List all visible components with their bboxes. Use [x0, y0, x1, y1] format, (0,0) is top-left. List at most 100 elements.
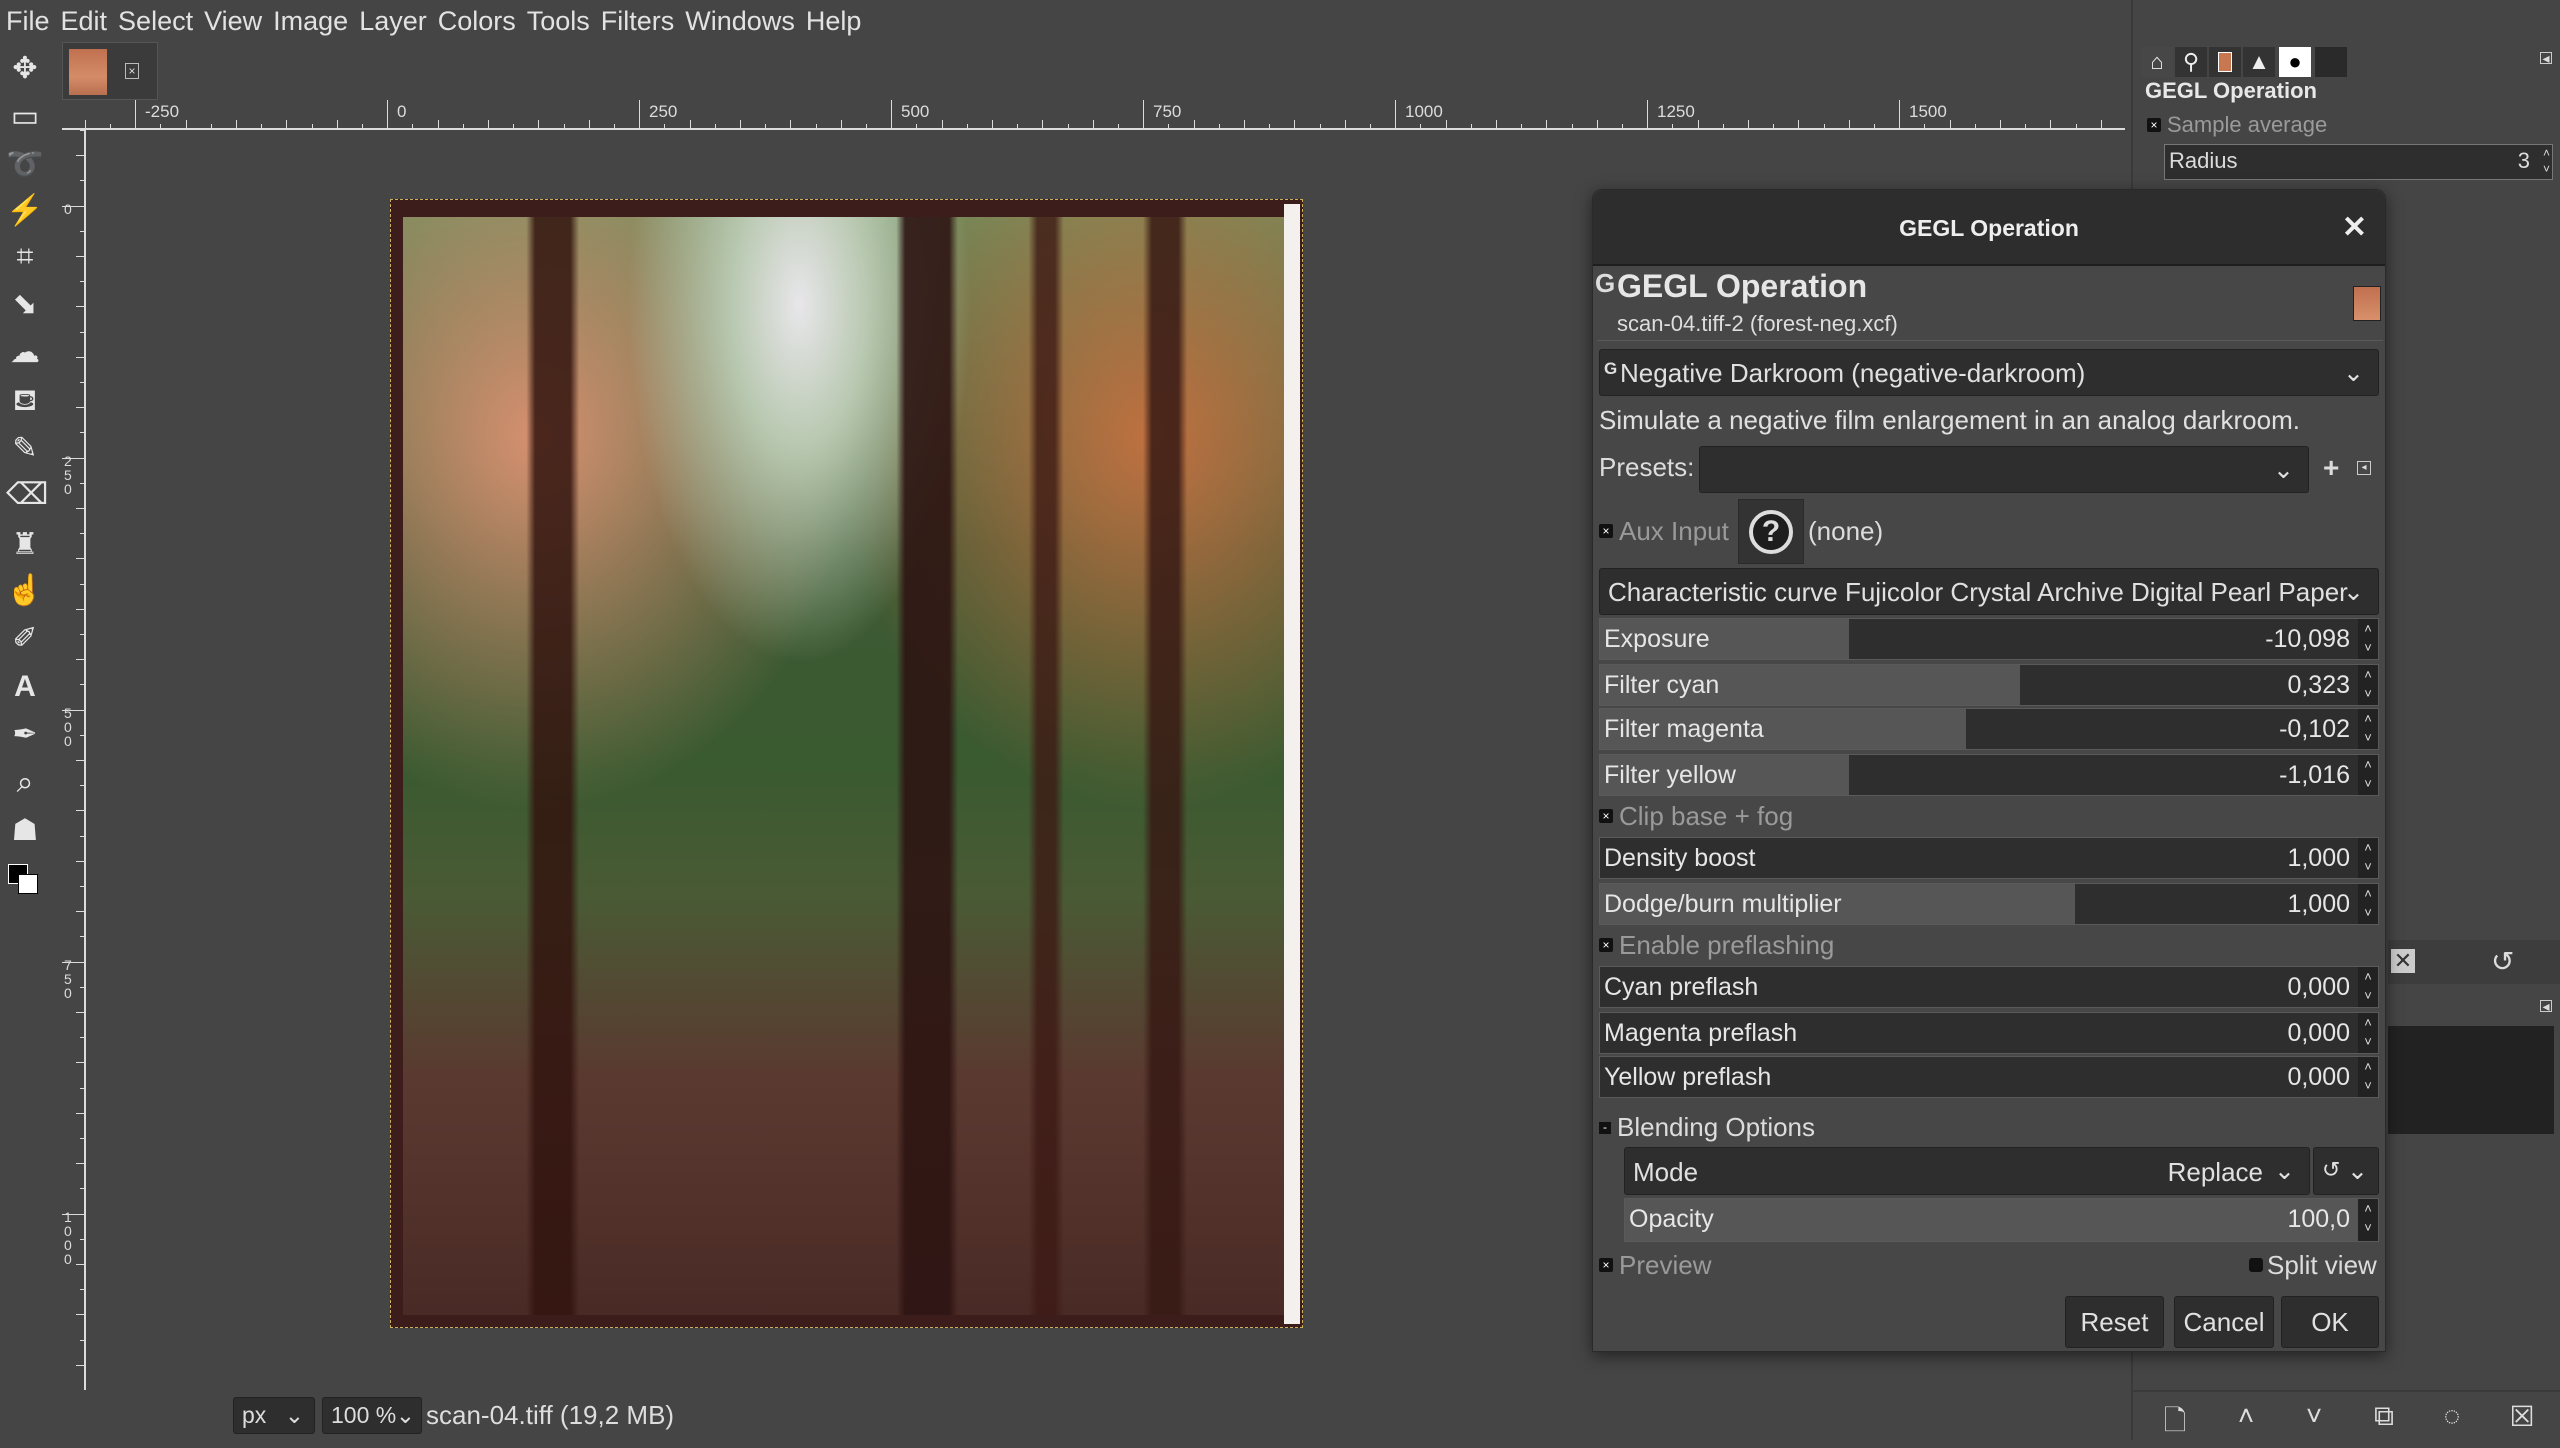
collapse-icon[interactable]: -: [1599, 1121, 1611, 1134]
unit-select[interactable]: px ⌄: [233, 1397, 315, 1434]
eraser-icon[interactable]: ⌫: [6, 476, 48, 514]
menu-view[interactable]: View: [204, 6, 262, 37]
move-tool-icon[interactable]: ✥: [6, 50, 44, 88]
new-layer-icon[interactable]: 🗋: [2158, 1400, 2192, 1448]
lasso-tool-icon[interactable]: ➰: [6, 146, 44, 184]
blending-options-expander[interactable]: Blending Options: [1617, 1112, 1815, 1143]
rect-select-tool-icon[interactable]: ▭: [6, 98, 44, 136]
menu-edit[interactable]: Edit: [61, 6, 108, 37]
spin-arrows-icon[interactable]: ˄ ˅: [2358, 967, 2378, 1007]
pointer-tab-icon[interactable]: ▲: [2243, 47, 2275, 77]
fuzzy-select-tool-icon[interactable]: ⚡: [6, 192, 44, 230]
sample-average-checkbox[interactable]: ×: [2147, 118, 2161, 132]
divider: [1597, 340, 2383, 341]
vertical-ruler[interactable]: 0 250 500 750 1000: [62, 130, 86, 1390]
gegl-tool-icon[interactable]: ☗: [6, 812, 44, 850]
spin-arrows-icon[interactable]: ˄ ˅: [2543, 145, 2550, 177]
radius-spinner[interactable]: Radius 3 ˄ ˅: [2164, 144, 2553, 180]
layer-mask-icon[interactable]: ◌: [2435, 1400, 2469, 1432]
spin-arrows-icon[interactable]: ˄ ˅: [2358, 619, 2378, 659]
clip-base-fog-checkbox[interactable]: ×: [1599, 809, 1613, 823]
horizontal-ruler[interactable]: -250 0 250 500 750 1000 1250 1500: [62, 100, 2125, 130]
mode-combo[interactable]: Mode Replace ⌄: [1624, 1147, 2310, 1195]
exposure-slider[interactable]: Exposure -10,098 ˄ ˅: [1599, 618, 2379, 660]
color-picker-icon[interactable]: ✒: [6, 716, 44, 754]
tool-options-tab-icon[interactable]: ⌂: [2141, 47, 2173, 77]
gegl-logo-icon: G: [1595, 268, 1616, 298]
presets-menu-icon[interactable]: ◂: [2357, 461, 2371, 475]
paintbrush-icon[interactable]: ✎: [6, 430, 44, 468]
dodge-burn-multiplier-slider[interactable]: Dodge/burn multiplier 1,000 ˄ ˅: [1599, 883, 2379, 925]
menu-select[interactable]: Select: [118, 6, 193, 37]
delete-layer-icon[interactable]: ☒: [2505, 1400, 2539, 1433]
aux-input-checkbox[interactable]: ×: [1599, 524, 1613, 538]
enable-preflashing-checkbox[interactable]: ×: [1599, 938, 1613, 952]
ok-button[interactable]: OK: [2281, 1296, 2379, 1348]
clone-stamp-icon[interactable]: ♜: [6, 526, 44, 564]
spin-arrows-icon[interactable]: ˄ ˅: [2358, 1013, 2378, 1053]
undo-icon[interactable]: ↺: [2491, 945, 2514, 978]
smudge-icon[interactable]: ☝: [6, 572, 44, 610]
presets-combo[interactable]: ⌄: [1699, 446, 2309, 493]
split-view-checkbox[interactable]: [2249, 1258, 2263, 1272]
aux-input-button[interactable]: ?: [1738, 499, 1804, 564]
preview-checkbox[interactable]: ×: [1599, 1258, 1613, 1272]
menu-image[interactable]: Image: [273, 6, 348, 37]
header-title: GEGL Operation: [1617, 268, 1868, 304]
image-tab-icon[interactable]: [2209, 47, 2241, 77]
spin-arrows-icon[interactable]: ˄ ˅: [2358, 1057, 2378, 1097]
raise-layer-icon[interactable]: ˄: [2229, 1400, 2263, 1432]
menu-filters[interactable]: Filters: [601, 6, 675, 37]
transform-tool-icon[interactable]: ⬊: [6, 286, 44, 324]
spin-arrows-icon[interactable]: ˄ ˅: [2358, 838, 2378, 878]
duplicate-layer-icon[interactable]: ⧉: [2367, 1400, 2401, 1433]
close-image-icon[interactable]: ×: [125, 63, 139, 79]
menu-windows[interactable]: Windows: [685, 6, 795, 37]
layers-list[interactable]: [2388, 1026, 2554, 1134]
spin-arrows-icon[interactable]: ˄ ˅: [2358, 755, 2378, 795]
crop-tool-icon[interactable]: ⌗: [6, 238, 44, 276]
brush-tab-icon[interactable]: ●: [2279, 47, 2311, 77]
lower-layer-icon[interactable]: ˅: [2297, 1400, 2331, 1432]
composite-mode-combo[interactable]: ↺ ⌄: [2313, 1147, 2379, 1195]
opacity-slider[interactable]: Opacity 100,0 ˄ ˅: [1624, 1198, 2379, 1242]
clear-undo-icon[interactable]: ✕: [2391, 949, 2415, 973]
dialog-titlebar[interactable]: GEGL Operation ✕: [1593, 190, 2385, 266]
fg-bg-colors-icon[interactable]: [6, 860, 44, 898]
close-icon[interactable]: ✕: [2342, 190, 2367, 266]
pattern-tab-icon[interactable]: [2315, 47, 2347, 77]
tab-menu-icon[interactable]: ◂: [2540, 51, 2552, 65]
image-tab[interactable]: ×: [62, 42, 158, 100]
density-boost-slider[interactable]: Density boost 1,000 ˄ ˅: [1599, 837, 2379, 879]
menu-tools[interactable]: Tools: [527, 6, 590, 37]
slider-label: Filter magenta: [1604, 715, 1764, 743]
menu-help[interactable]: Help: [806, 6, 862, 37]
spin-arrows-icon[interactable]: ˄ ˅: [2358, 665, 2378, 705]
filter-cyan-slider[interactable]: Filter cyan 0,323 ˄ ˅: [1599, 664, 2379, 706]
operation-combo[interactable]: G Negative Darkroom (negative-darkroom) …: [1599, 349, 2379, 396]
text-tool-icon[interactable]: A: [6, 668, 44, 706]
reset-button[interactable]: Reset: [2065, 1296, 2164, 1348]
menu-colors[interactable]: Colors: [438, 6, 516, 37]
filter-magenta-slider[interactable]: Filter magenta -0,102 ˄ ˅: [1599, 708, 2379, 750]
spin-arrows-icon[interactable]: ˄ ˅: [2358, 1199, 2378, 1241]
forest-photo[interactable]: [403, 217, 1284, 1315]
spin-arrows-icon[interactable]: ˄ ˅: [2358, 884, 2378, 924]
yellow-preflash-slider[interactable]: Yellow preflash 0,000 ˄ ˅: [1599, 1056, 2379, 1098]
bucket-fill-icon[interactable]: ⛾: [6, 382, 44, 420]
zoom-select[interactable]: 100 % ⌄: [322, 1397, 422, 1434]
characteristic-curve-combo[interactable]: Characteristic curve Fujicolor Crystal A…: [1599, 568, 2379, 615]
device-status-tab-icon[interactable]: ⚲: [2175, 47, 2207, 77]
paths-tool-icon[interactable]: ✐: [6, 620, 44, 658]
magenta-preflash-slider[interactable]: Magenta preflash 0,000 ˄ ˅: [1599, 1012, 2379, 1054]
filter-yellow-slider[interactable]: Filter yellow -1,016 ˄ ˅: [1599, 754, 2379, 796]
tab-menu-icon[interactable]: ◂: [2540, 999, 2552, 1013]
cyan-preflash-slider[interactable]: Cyan preflash 0,000 ˄ ˅: [1599, 966, 2379, 1008]
cancel-button[interactable]: Cancel: [2174, 1296, 2274, 1348]
menu-file[interactable]: File: [6, 6, 50, 37]
warp-tool-icon[interactable]: ☁: [6, 334, 44, 372]
add-preset-icon[interactable]: +: [2323, 452, 2339, 484]
menu-layer[interactable]: Layer: [359, 6, 427, 37]
zoom-tool-icon[interactable]: ⌕: [6, 764, 44, 802]
spin-arrows-icon[interactable]: ˄ ˅: [2358, 709, 2378, 749]
